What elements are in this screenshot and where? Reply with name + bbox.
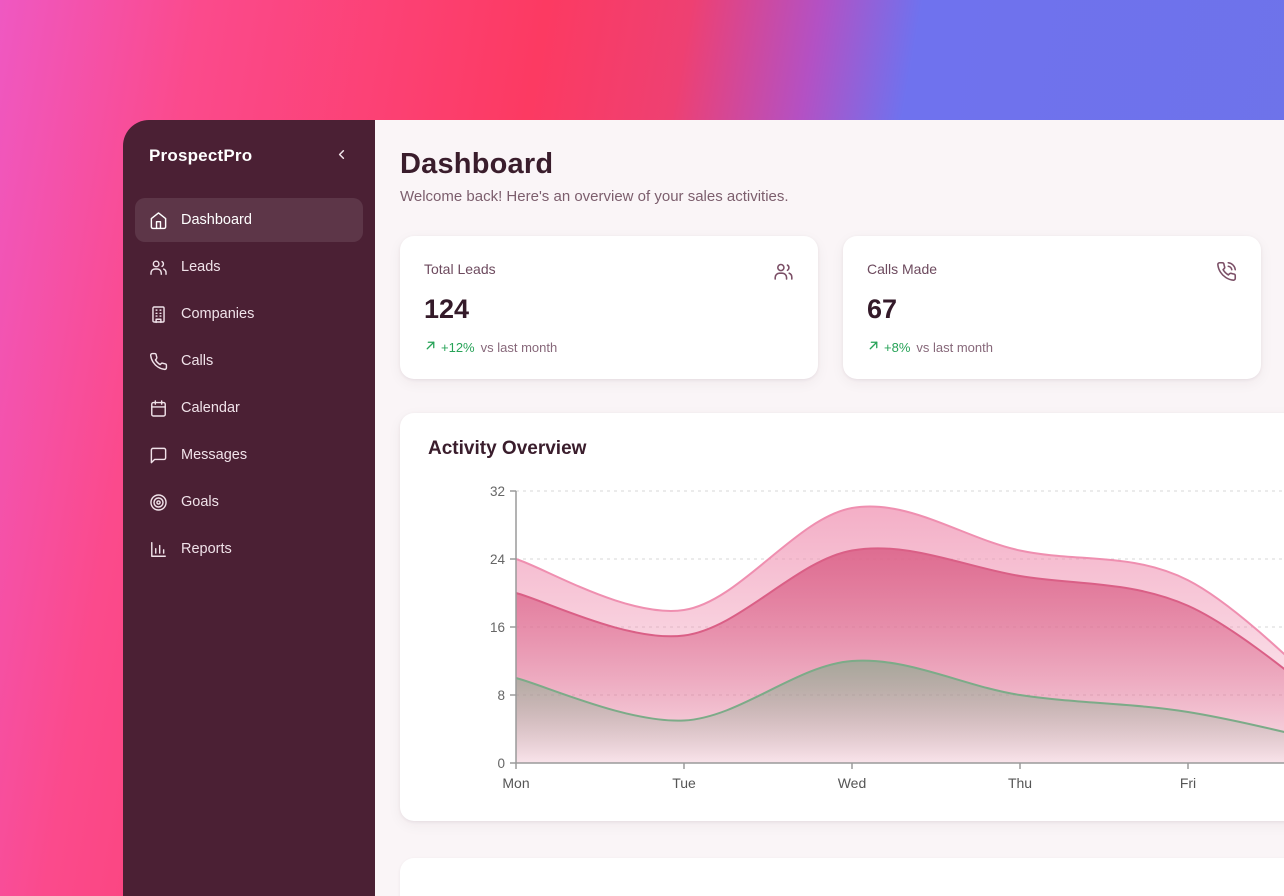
sidebar-item-goals[interactable]: Goals (135, 480, 363, 524)
stat-card-total-leads: Total Leads 124 +12% vs last month (400, 236, 818, 379)
target-icon (149, 493, 168, 512)
svg-text:Thu: Thu (1008, 775, 1032, 791)
stat-label: Total Leads (424, 261, 496, 277)
svg-text:0: 0 (497, 756, 505, 771)
sidebar-nav: Dashboard Leads Companies Calls Calendar… (135, 198, 363, 571)
trend-up-arrow-icon (424, 339, 437, 355)
stat-cards-row: Total Leads 124 +12% vs last month Call (400, 236, 1284, 379)
users-icon (149, 258, 168, 277)
trend-suffix: vs last month (481, 340, 558, 355)
stat-trend: +8% vs last month (867, 339, 1237, 355)
trend-suffix: vs last month (916, 340, 993, 355)
sidebar-item-label: Calls (181, 353, 213, 369)
sidebar-item-label: Calendar (181, 400, 240, 416)
sidebar-item-calls[interactable]: Calls (135, 339, 363, 383)
sidebar-item-label: Companies (181, 306, 254, 322)
sidebar-item-label: Leads (181, 259, 221, 275)
activity-overview-card: Activity Overview 0 8 16 24 32 Mon Tue Wed Thu Fr… (400, 413, 1284, 821)
building-icon (149, 305, 168, 324)
message-square-icon (149, 446, 168, 465)
stat-value: 67 (867, 294, 1237, 325)
sidebar-item-dashboard[interactable]: Dashboard (135, 198, 363, 242)
svg-text:24: 24 (490, 552, 506, 567)
page-title: Dashboard (400, 148, 1284, 181)
sidebar: ProspectPro Dashboard Leads Companies (123, 120, 375, 896)
svg-text:Tue: Tue (672, 775, 696, 791)
sidebar-item-messages[interactable]: Messages (135, 433, 363, 477)
trend-percent: +12% (441, 340, 475, 355)
app-window: ProspectPro Dashboard Leads Companies (123, 120, 1284, 896)
stat-label: Calls Made (867, 261, 937, 277)
svg-text:Mon: Mon (502, 775, 529, 791)
chart-area: 0 8 16 24 32 Mon Tue Wed Thu Fri (428, 476, 1284, 805)
svg-text:32: 32 (490, 484, 505, 499)
trend-up-arrow-icon (867, 339, 880, 355)
phone-icon (149, 352, 168, 371)
svg-text:16: 16 (490, 620, 505, 635)
bar-chart-icon (149, 540, 168, 559)
stat-value: 124 (424, 294, 794, 325)
lower-card-partial (400, 858, 1284, 896)
activity-chart: 0 8 16 24 32 Mon Tue Wed Thu Fri (428, 476, 1284, 800)
svg-text:Fri: Fri (1180, 775, 1196, 791)
chevron-left-icon (334, 147, 349, 165)
home-icon (149, 211, 168, 230)
sidebar-collapse-button[interactable] (334, 147, 349, 165)
sidebar-item-label: Messages (181, 447, 247, 463)
page-subtitle: Welcome back! Here's an overview of your… (400, 188, 1284, 205)
sidebar-item-leads[interactable]: Leads (135, 245, 363, 289)
svg-text:Wed: Wed (838, 775, 867, 791)
sidebar-item-label: Dashboard (181, 212, 252, 228)
stat-card-calls-made: Calls Made 67 +8% vs last month (843, 236, 1261, 379)
sidebar-item-label: Goals (181, 494, 219, 510)
trend-percent: +8% (884, 340, 910, 355)
stat-trend: +12% vs last month (424, 339, 794, 355)
sidebar-item-calendar[interactable]: Calendar (135, 386, 363, 430)
svg-text:8: 8 (497, 688, 505, 703)
sidebar-header: ProspectPro (135, 146, 363, 166)
brand-logo: ProspectPro (149, 146, 252, 166)
sidebar-item-companies[interactable]: Companies (135, 292, 363, 336)
users-icon (773, 261, 794, 282)
sidebar-item-reports[interactable]: Reports (135, 527, 363, 571)
phone-call-icon (1216, 261, 1237, 282)
chart-title: Activity Overview (428, 438, 1284, 460)
calendar-icon (149, 399, 168, 418)
main-content: Dashboard Welcome back! Here's an overvi… (375, 120, 1284, 896)
sidebar-item-label: Reports (181, 541, 232, 557)
